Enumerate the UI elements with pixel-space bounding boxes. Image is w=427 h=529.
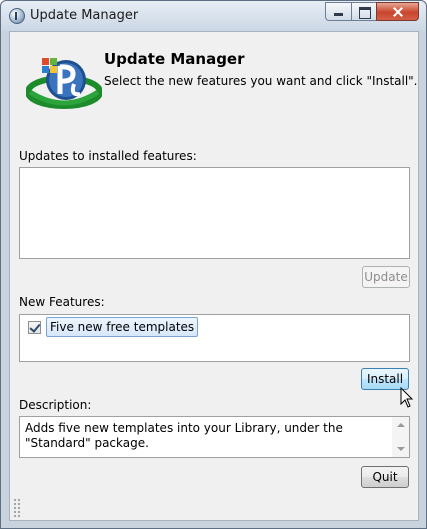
description-scrollbar[interactable] [392,417,409,457]
dialog-body: Update Manager Select the new features y… [9,31,419,521]
update-button[interactable]: Update [362,266,410,288]
scroll-up-icon[interactable] [397,423,405,427]
header-subtitle: Select the new features you want and cli… [104,74,418,88]
updates-label: Updates to installed features: [19,149,197,163]
updates-list[interactable] [19,167,410,259]
close-button[interactable] [376,2,419,21]
feature-checkbox[interactable] [28,321,41,334]
app-logo-icon [9,8,25,24]
list-item[interactable]: Five new free templates [20,315,409,339]
maximize-button[interactable] [351,2,376,21]
header-title: Update Manager [104,50,245,68]
new-features-list[interactable]: Five new free templates [19,314,410,362]
header-banner: Update Manager Select the new features y… [10,32,418,144]
caption-buttons [325,2,419,21]
description-box[interactable]: Adds five new templates into your Librar… [19,416,410,458]
mouse-cursor-icon [400,387,414,408]
window-title: Update Manager [30,8,139,23]
quit-button[interactable]: Quit [361,466,409,488]
scroll-down-icon[interactable] [397,447,405,451]
description-label: Description: [19,398,92,412]
product-logo-icon [26,58,102,109]
title-bar[interactable]: Update Manager [1,1,426,31]
new-features-label: New Features: [19,295,105,309]
description-text: Adds five new templates into your Librar… [25,421,343,450]
resize-grip-icon[interactable] [13,498,21,518]
minimize-button[interactable] [325,2,351,21]
feature-item-label[interactable]: Five new free templates [46,317,199,337]
update-manager-window: Update Manager Update Manager Select the [0,0,427,529]
